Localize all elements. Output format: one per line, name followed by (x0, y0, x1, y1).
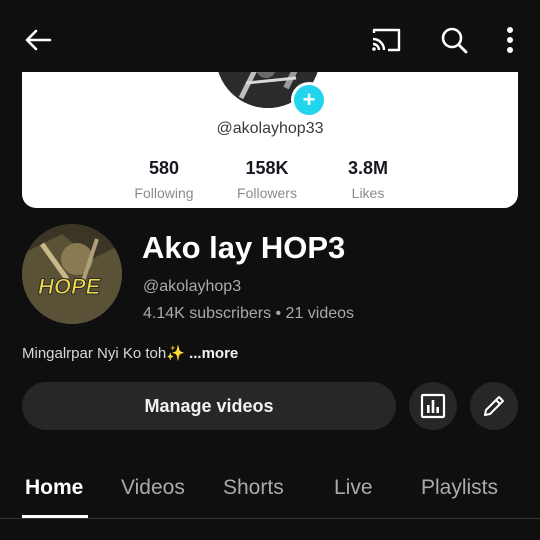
back-arrow-icon (25, 29, 52, 51)
tab-live[interactable]: Live (334, 476, 373, 500)
stat-followers: 158K Followers (212, 158, 322, 201)
channel-name: Ako lay HOP3 (142, 230, 346, 265)
follow-plus-icon: + (291, 82, 327, 118)
stat-value: 3.8M (347, 158, 389, 178)
channel-avatar-art: HOPE (22, 224, 122, 324)
tab-playlists[interactable]: Playlists (421, 476, 498, 500)
cast-button[interactable] (364, 20, 408, 60)
stat-likes: 3.8M Likes (313, 158, 423, 201)
profile-banner-card: + @akolayhop33 580 Following 158K Follow… (22, 72, 518, 208)
stat-label: Following (134, 185, 194, 201)
edit-pencil-icon (484, 396, 504, 416)
more-vert-icon (507, 27, 513, 53)
stat-value: 158K (245, 158, 289, 178)
stat-label: Likes (351, 185, 385, 201)
tab-shorts[interactable]: Shorts (223, 476, 284, 500)
channel-meta: 4.14K subscribers • 21 videos (143, 305, 355, 322)
edit-channel-button[interactable] (470, 382, 518, 430)
channel-avatar[interactable]: HOPE (22, 224, 122, 324)
back-button[interactable] (18, 20, 58, 60)
channel-description[interactable]: Mingalrpar Nyi Ko toh✨ ...more (22, 344, 238, 362)
more-options-button[interactable] (492, 20, 528, 60)
analytics-button[interactable] (409, 382, 457, 430)
analytics-icon (420, 393, 446, 419)
tab-videos[interactable]: Videos (121, 476, 185, 500)
search-icon (441, 27, 468, 54)
search-button[interactable] (432, 20, 476, 60)
tab-home[interactable]: Home (25, 476, 83, 500)
stat-following: 580 Following (109, 158, 219, 201)
tabs-divider (0, 518, 540, 519)
description-text: Mingalrpar Nyi Ko toh✨ (22, 345, 190, 362)
avatar-logo-text: HOPE (38, 274, 102, 299)
cast-icon (372, 28, 401, 52)
stat-value: 580 (148, 158, 180, 178)
top-app-bar (0, 0, 540, 72)
banner-handle: @akolayhop33 (216, 120, 324, 137)
more-link[interactable]: ...more (189, 345, 238, 362)
manage-videos-button[interactable]: Manage videos (22, 382, 396, 430)
stat-label: Followers (237, 185, 297, 201)
channel-handle: @akolayhop3 (143, 278, 242, 295)
channel-tabs: Home Videos Shorts Live Playlists (0, 458, 540, 520)
